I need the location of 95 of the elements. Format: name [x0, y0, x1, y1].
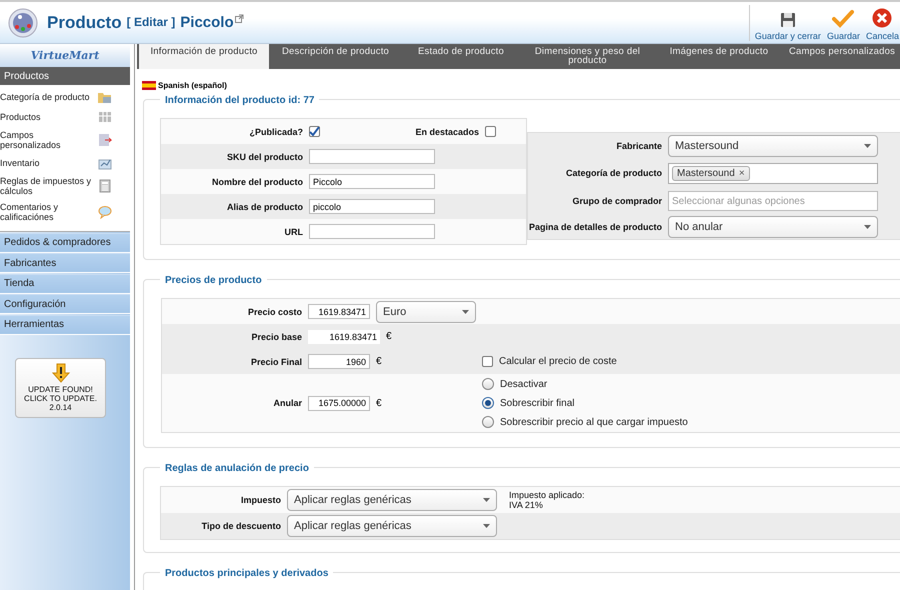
- sidebar-section-header: Productos: [0, 67, 130, 85]
- sidebar-item[interactable]: Categoría de producto: [0, 87, 130, 107]
- warning-arrow-icon: [50, 362, 70, 382]
- checkbox[interactable]: [482, 356, 493, 367]
- dropdown[interactable]: Mastersound: [668, 134, 878, 156]
- folder-icon: [97, 90, 112, 104]
- product-name: Piccolo: [180, 14, 234, 31]
- tax-note: Impuesto aplicado: IVA 21%: [509, 490, 585, 510]
- field-label: Precio Final: [250, 356, 302, 366]
- field-label: Precio base: [250, 332, 302, 342]
- field-label: Alias de producto: [226, 202, 303, 212]
- field-label: Grupo de comprador: [571, 196, 662, 206]
- tag-chip[interactable]: Mastersound ×: [672, 166, 750, 180]
- toolbar-button[interactable]: Guardar: [826, 8, 861, 40]
- caret-icon: [483, 524, 490, 528]
- dropdown[interactable]: Aplicar reglas genéricas: [287, 515, 497, 537]
- calculator-icon: [98, 179, 112, 193]
- toolbar-button[interactable]: Guardar y cerrar: [754, 12, 822, 40]
- checkbox[interactable]: [309, 126, 320, 137]
- language-label: Spanish (español): [158, 81, 227, 90]
- section-title: Reglas de anulación de precio: [165, 463, 309, 474]
- input-field[interactable]: [309, 149, 435, 164]
- checkbox[interactable]: [485, 126, 496, 137]
- price-value: 1619.83471: [308, 330, 380, 344]
- caret-icon: [483, 498, 490, 502]
- section-title: Productos principales y derivados: [165, 568, 328, 579]
- tab[interactable]: Información de producto: [139, 44, 269, 69]
- currency-symbol: €: [376, 356, 382, 367]
- input-field[interactable]: [309, 224, 435, 239]
- field-label: Impuesto: [240, 495, 281, 505]
- radio-label: Sobrescribir precio al que cargar impuesto: [500, 416, 688, 428]
- sidebar-item[interactable]: Productos: [0, 107, 130, 127]
- field-label: SKU del producto: [226, 152, 303, 162]
- remove-tag-button[interactable]: ×: [738, 168, 745, 178]
- radio-label: Desactivar: [500, 378, 548, 390]
- dropdown[interactable]: Euro: [376, 300, 476, 322]
- sidebar-item[interactable]: Reglas de impuestos y cálculos: [0, 173, 130, 199]
- sidebar-item[interactable]: Campos personalizados: [0, 127, 130, 153]
- toolbar-button[interactable]: Cancela: [864, 8, 900, 40]
- checkmark-icon: [832, 8, 854, 28]
- tab[interactable]: Estado de producto: [402, 44, 520, 69]
- input-field[interactable]: piccolo: [309, 199, 435, 214]
- dropdown[interactable]: Aplicar reglas genéricas: [287, 489, 497, 511]
- tab[interactable]: Imágenes de producto: [655, 44, 783, 69]
- section-title: Información del producto id: 77: [165, 95, 314, 106]
- form-icon: [98, 133, 112, 147]
- section-title: Precios de producto: [165, 275, 262, 286]
- external-link-icon: [234, 14, 244, 23]
- radio-button[interactable]: [482, 397, 494, 409]
- caret-icon: [864, 224, 871, 228]
- checkmark-icon: [309, 127, 320, 136]
- sidebar-group[interactable]: Tienda: [0, 274, 130, 294]
- sidebar-item[interactable]: Comentarios y calificaciónes: [0, 199, 130, 225]
- input-field[interactable]: Seleccionar algunas opciones: [668, 191, 878, 211]
- close-icon: [872, 8, 892, 28]
- sidebar-group[interactable]: Configuración: [0, 294, 130, 314]
- currency-symbol: €: [386, 331, 392, 342]
- caret-icon: [462, 310, 469, 314]
- speech-bubble-icon: [97, 205, 112, 219]
- input-field[interactable]: Piccolo: [309, 174, 435, 189]
- field-label: Anular: [272, 398, 302, 408]
- field-label: Precio costo: [246, 306, 302, 316]
- tab[interactable]: Dimensiones y peso del producto: [520, 44, 655, 69]
- input-field[interactable]: 1960: [308, 354, 370, 369]
- page-title: Producto: [47, 12, 122, 32]
- caret-icon: [864, 144, 871, 148]
- radio-button[interactable]: [482, 416, 494, 428]
- field-label: URL: [284, 226, 303, 236]
- field-label: Categoría de producto: [564, 168, 662, 178]
- checkbox-label: Calcular el precio de coste: [499, 356, 617, 367]
- input-field[interactable]: 1619.83471: [308, 304, 370, 319]
- tag-input-field[interactable]: Mastersound ×: [668, 162, 878, 184]
- tab[interactable]: Descripción de producto: [269, 44, 402, 69]
- radio-label: Sobrescribir final: [500, 398, 574, 408]
- dropdown[interactable]: No anular: [668, 216, 878, 238]
- radio-button[interactable]: [482, 378, 494, 390]
- field-label: En destacados: [415, 126, 479, 136]
- field-label: Nombre del producto: [210, 176, 303, 186]
- grid-icon: [98, 110, 112, 124]
- currency-symbol: €: [376, 398, 382, 408]
- update-button[interactable]: UPDATE FOUND! CLICK TO UPDATE. 2.0.14: [15, 358, 106, 418]
- sidebar-item[interactable]: Inventario: [0, 153, 130, 173]
- sidebar-group[interactable]: Pedidos & compradores: [0, 232, 130, 252]
- brand-logo: VirtueMart: [30, 49, 100, 62]
- sidebar-group[interactable]: Fabricantes: [0, 253, 130, 273]
- field-label: Pagina de detalles de producto: [528, 222, 662, 232]
- logo-icon: [8, 8, 38, 38]
- field-label: ¿Publicada?: [248, 126, 303, 136]
- field-label: Fabricante: [615, 140, 662, 150]
- spain-flag-icon: [142, 81, 156, 90]
- sidebar-group[interactable]: Herramientas: [0, 314, 130, 334]
- tab[interactable]: Campos personalizados: [783, 44, 900, 69]
- field-label: Tipo de descuento: [200, 521, 281, 531]
- input-field[interactable]: 1675.00000: [308, 396, 370, 410]
- edit-label: [ Editar ]: [126, 15, 176, 29]
